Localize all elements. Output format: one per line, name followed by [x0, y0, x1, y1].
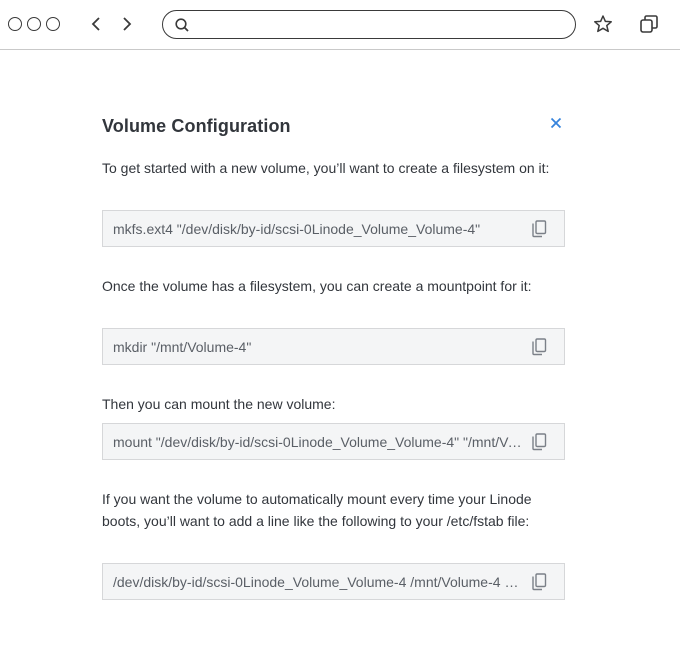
- chevron-right-icon: [123, 17, 132, 31]
- command-text[interactable]: mount "/dev/disk/by-id/scsi-0Linode_Volu…: [113, 432, 523, 452]
- chevron-left-icon: [91, 17, 100, 31]
- dialog-title: Volume Configuration: [102, 116, 291, 136]
- command-field[interactable]: mkfs.ext4 "/dev/disk/by-id/scsi-0Linode_…: [102, 210, 565, 247]
- command-field[interactable]: mkdir "/mnt/Volume-4": [102, 328, 565, 365]
- command-field[interactable]: mount "/dev/disk/by-id/scsi-0Linode_Volu…: [102, 423, 565, 460]
- copy-icon: [532, 220, 547, 238]
- url-input[interactable]: [195, 14, 565, 35]
- window-close-control[interactable]: [8, 17, 22, 31]
- instruction-text: If you want the volume to automatically …: [102, 491, 532, 529]
- instruction-text: Then you can mount the new volume:: [102, 396, 336, 412]
- command-field[interactable]: /dev/disk/by-id/scsi-0Linode_Volume_Volu…: [102, 563, 565, 600]
- close-button[interactable]: [547, 114, 565, 132]
- close-icon: [550, 117, 562, 129]
- tabs-button[interactable]: [637, 12, 661, 36]
- instruction-text: Once the volume has a filesystem, you ca…: [102, 278, 532, 294]
- command-text[interactable]: mkdir "/mnt/Volume-4": [113, 337, 523, 357]
- copy-button[interactable]: [529, 572, 549, 592]
- copy-button[interactable]: [529, 219, 549, 239]
- forward-button[interactable]: [117, 13, 137, 35]
- copy-button[interactable]: [529, 432, 549, 452]
- command-text[interactable]: mkfs.ext4 "/dev/disk/by-id/scsi-0Linode_…: [113, 219, 523, 239]
- browser-toolbar: [0, 0, 680, 50]
- copy-button[interactable]: [529, 337, 549, 357]
- search-icon: [175, 18, 189, 32]
- copy-icon: [532, 573, 547, 591]
- instruction-text: To get started with a new volume, you’ll…: [102, 160, 550, 176]
- copy-icon: [532, 338, 547, 356]
- tabs-icon: [640, 15, 658, 33]
- bookmark-button[interactable]: [591, 12, 615, 36]
- command-text[interactable]: /dev/disk/by-id/scsi-0Linode_Volume_Volu…: [113, 572, 523, 592]
- star-icon: [594, 15, 612, 33]
- back-button[interactable]: [86, 13, 106, 35]
- copy-icon: [532, 433, 547, 451]
- window-maximize-control[interactable]: [46, 17, 60, 31]
- address-bar[interactable]: [162, 10, 576, 39]
- window-minimize-control[interactable]: [27, 17, 41, 31]
